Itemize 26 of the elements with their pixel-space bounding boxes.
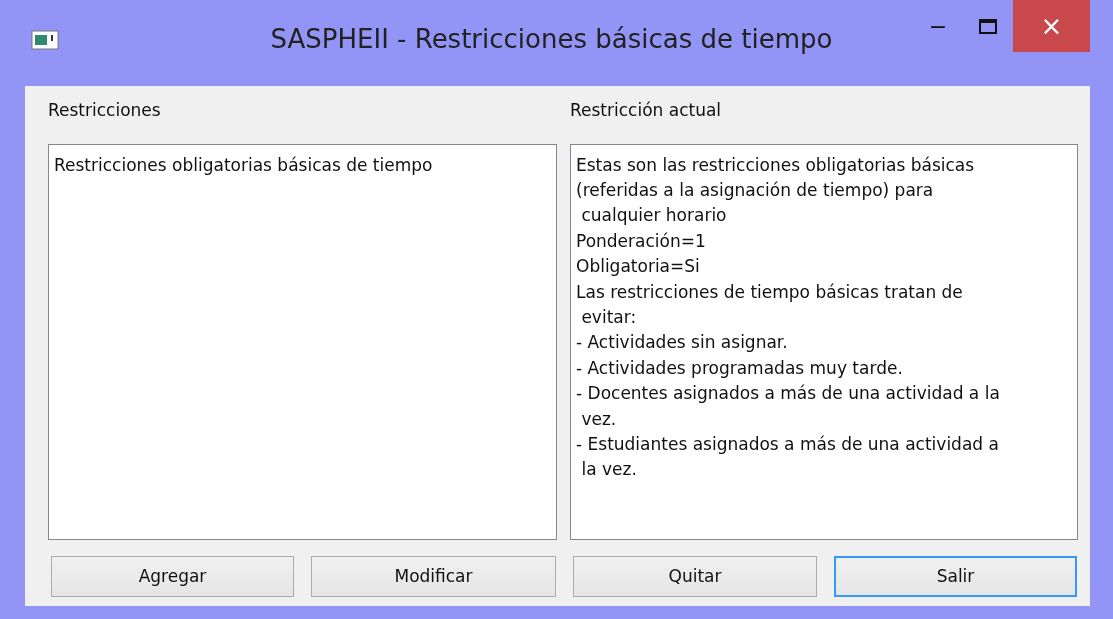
maximize-icon <box>979 18 997 34</box>
description-line: - Actividades programadas muy tarde. <box>576 356 903 380</box>
panel-label: Restricción actual <box>570 100 723 122</box>
list-item[interactable]: Restricciones obligatorias básicas de tiempo <box>54 152 433 177</box>
description-line: vez. <box>580 407 617 431</box>
dialog-button[interactable]: Salir <box>834 555 1077 597</box>
description-line: Ponderación=1 <box>576 229 706 253</box>
window-title: SASPHEII - Restricciones básicas de tiempo <box>270 24 833 54</box>
dialog-button[interactable]: Quitar <box>573 555 817 597</box>
dialog-button[interactable]: Modificar <box>311 555 556 597</box>
description-line: Estas son las restricciones obligatorias básicas <box>576 153 975 177</box>
description-line: Obligatoria=Si <box>576 255 700 279</box>
description-line: - Actividades sin asignar. <box>576 331 788 355</box>
description-line: - Docentes asignados a más de una actividad a la <box>576 382 1000 406</box>
minimize-button[interactable]: − <box>913 0 963 52</box>
description-line: - Estudiantes asignados a más de una actividad a <box>576 432 999 456</box>
description-line: la vez. <box>580 458 637 482</box>
restrictions-list[interactable]: Restricciones obligatorias básicas de tiempo <box>48 143 557 540</box>
description-line: cualquier horario <box>580 204 727 228</box>
description-line: Las restricciones de tiempo básicas tratan de <box>576 280 963 304</box>
dialog-button[interactable]: Agregar <box>51 555 294 597</box>
description-line: evitar: <box>580 305 637 329</box>
close-button[interactable]: × <box>1013 0 1090 52</box>
app-icon <box>31 30 59 50</box>
description-line: (referidas a la asignación de tiempo) para <box>576 178 934 202</box>
list-label: Restricciones <box>48 100 162 122</box>
